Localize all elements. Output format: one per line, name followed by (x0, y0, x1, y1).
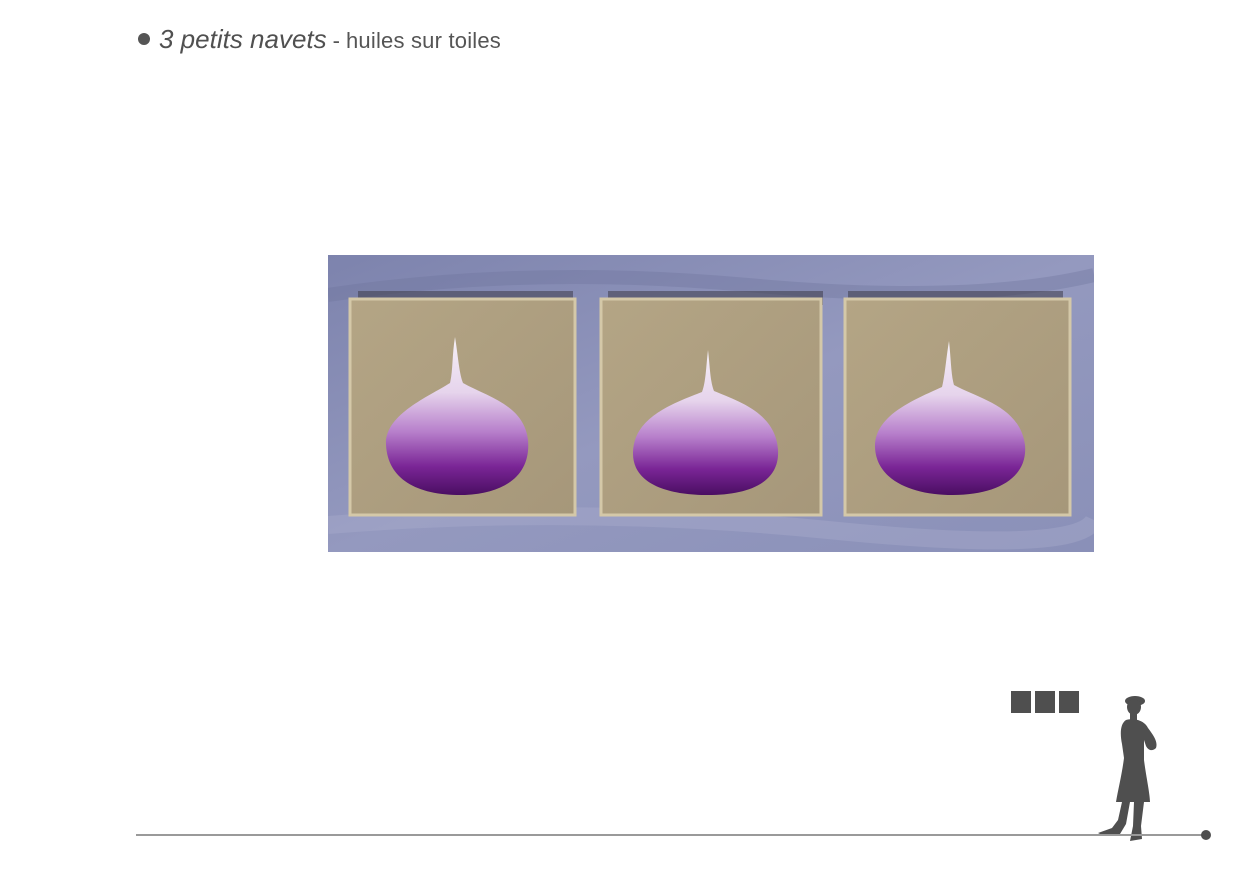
scale-square (1059, 691, 1079, 713)
canvas-3 (843, 291, 1072, 517)
scale-squares (1011, 691, 1079, 713)
title-bullet (138, 33, 150, 45)
title-separator: - (332, 28, 340, 53)
page-title: 3 petits navets - huiles sur toiles (138, 24, 501, 60)
title-main: 3 petits navets (159, 24, 327, 54)
scale-square (1011, 691, 1031, 713)
artwork-photo (328, 255, 1094, 552)
canvas-2 (599, 291, 823, 517)
title-subtitle: huiles sur toiles (345, 28, 502, 53)
scale-square (1035, 691, 1055, 713)
baseline-end-dot (1201, 830, 1211, 840)
canvas-1 (348, 291, 577, 517)
person-silhouette-icon (1098, 696, 1157, 841)
baseline-rule (136, 834, 1208, 836)
